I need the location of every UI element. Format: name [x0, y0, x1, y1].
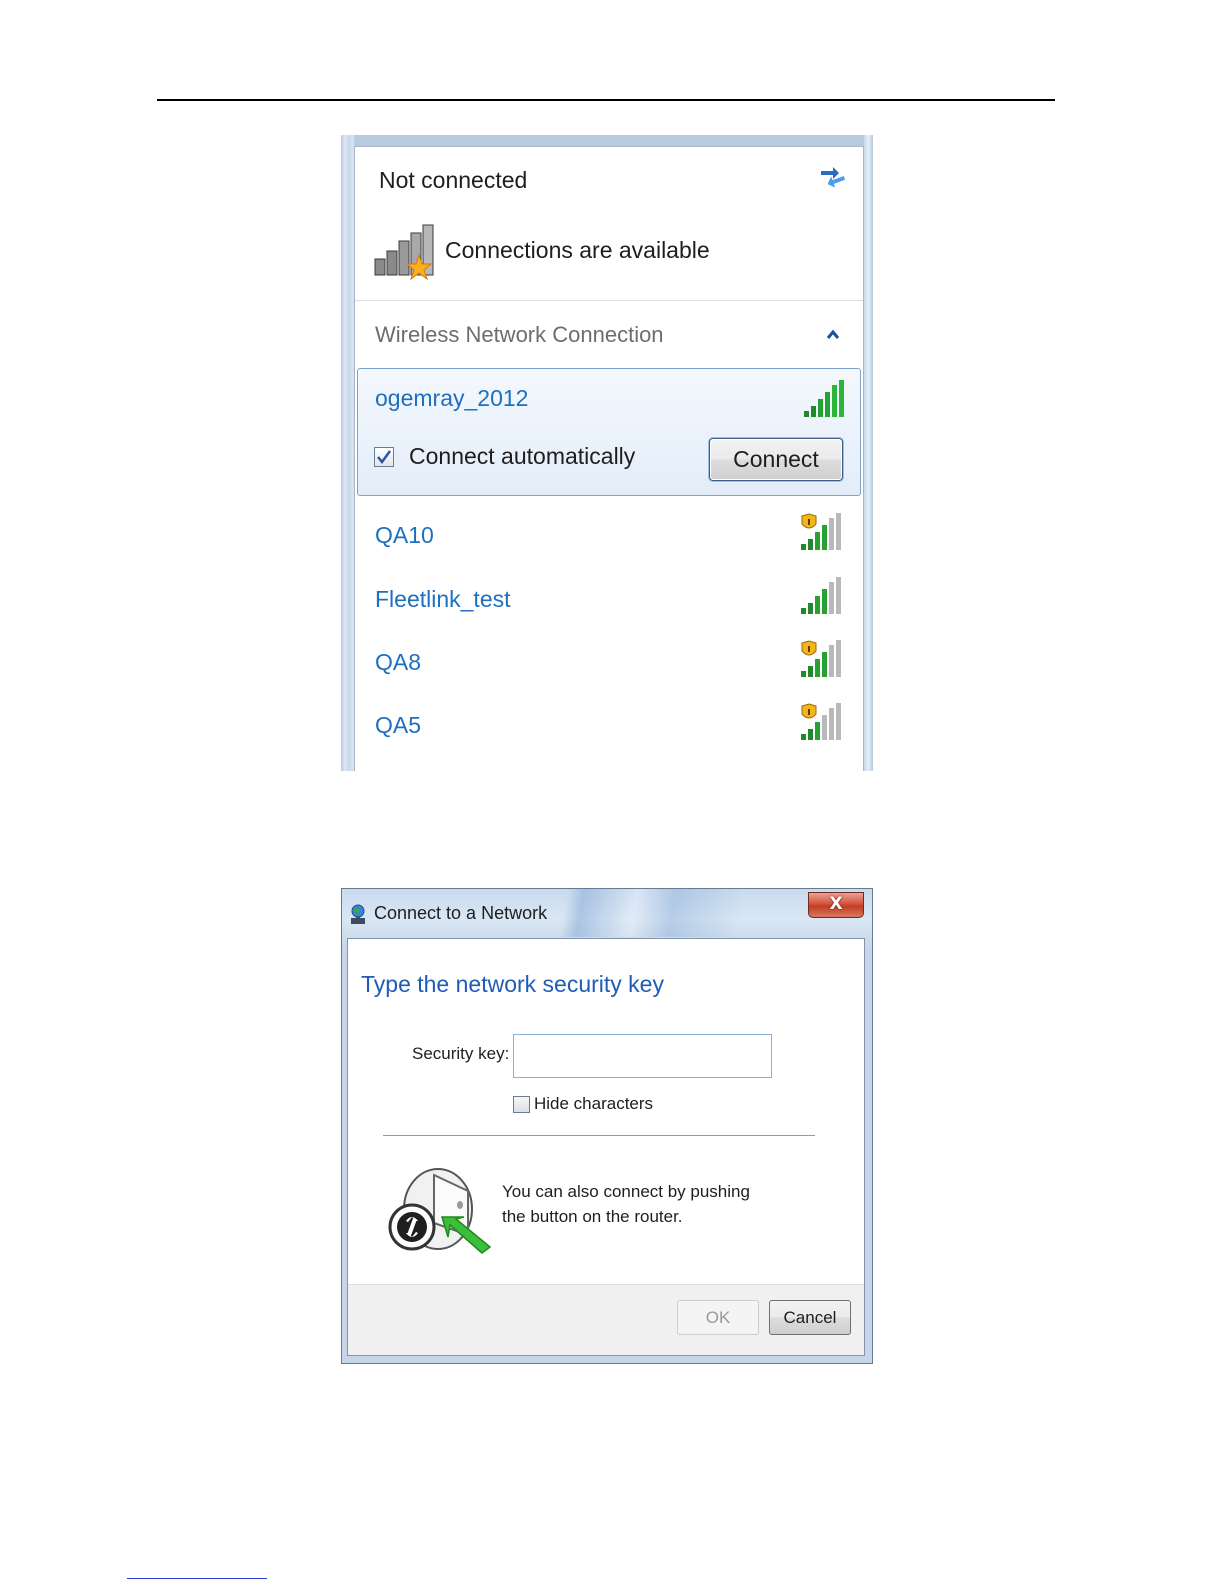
connections-available-text: Connections are available [445, 237, 710, 263]
network-name[interactable]: Fleetlink_test [375, 586, 511, 613]
wireless-section-title: Wireless Network Connection [375, 322, 664, 347]
network-name[interactable]: QA8 [375, 649, 421, 676]
router-button-hint: You can also connect by pushing the butt… [502, 1182, 750, 1226]
secured-signal-icon [801, 640, 841, 677]
close-button[interactable]: X [808, 892, 864, 918]
security-key-label: Security key: [412, 1044, 510, 1063]
connect-to-network-dialog: Connect to a Network X Type the network … [341, 888, 873, 1364]
network-name[interactable]: QA5 [375, 712, 421, 739]
network-name[interactable]: QA10 [375, 522, 434, 549]
signal-strength-icon [801, 577, 841, 614]
network-item-qa8[interactable]: QA8 [355, 636, 863, 696]
wifi-flyout-panel: Not connected Connections are available … [354, 146, 864, 771]
wps-router-button-icon [388, 1168, 492, 1254]
divider [355, 300, 863, 301]
network-item-fleetlink-test[interactable]: Fleetlink_test [355, 573, 863, 633]
signal-strength-icon [804, 380, 844, 417]
wifi-flyout: Not connected Connections are available … [341, 135, 873, 771]
dialog-body: Type the network security key Security k… [347, 938, 865, 1356]
network-globe-icon [351, 904, 365, 924]
connection-status-title: Not connected [379, 167, 528, 193]
refresh-arrows-icon[interactable] [817, 161, 849, 193]
network-name[interactable]: ogemray_2012 [375, 385, 528, 412]
page-top-rule [157, 99, 1055, 101]
security-key-input[interactable] [513, 1034, 772, 1078]
hide-characters-label[interactable]: Hide characters [534, 1094, 653, 1114]
secured-signal-icon [801, 703, 841, 740]
chevron-up-icon[interactable] [825, 327, 841, 341]
network-item-qa10[interactable]: QA10 [355, 509, 863, 569]
secured-signal-icon [801, 513, 841, 550]
flyout-frame-edge [864, 135, 873, 771]
hide-characters-checkbox[interactable] [513, 1096, 530, 1113]
connect-button[interactable]: Connect [709, 438, 843, 481]
connect-automatically-label[interactable]: Connect automatically [409, 443, 635, 470]
cancel-button[interactable]: Cancel [769, 1300, 851, 1335]
checkmark-icon [377, 450, 392, 465]
signal-bars-star-icon [374, 224, 434, 281]
connect-automatically-checkbox[interactable] [374, 447, 394, 467]
dialog-title: Connect to a Network [374, 903, 548, 923]
network-item-qa5[interactable]: QA5 [355, 699, 863, 759]
page-bottom-link-underline [127, 1578, 267, 1579]
divider [383, 1135, 815, 1136]
ok-button[interactable]: OK [677, 1300, 759, 1335]
dialog-heading: Type the network security key [361, 971, 664, 997]
dialog-footer: OK Cancel [348, 1284, 864, 1355]
network-item-selected[interactable]: ogemray_2012 Connect automatically Conne… [357, 368, 861, 496]
